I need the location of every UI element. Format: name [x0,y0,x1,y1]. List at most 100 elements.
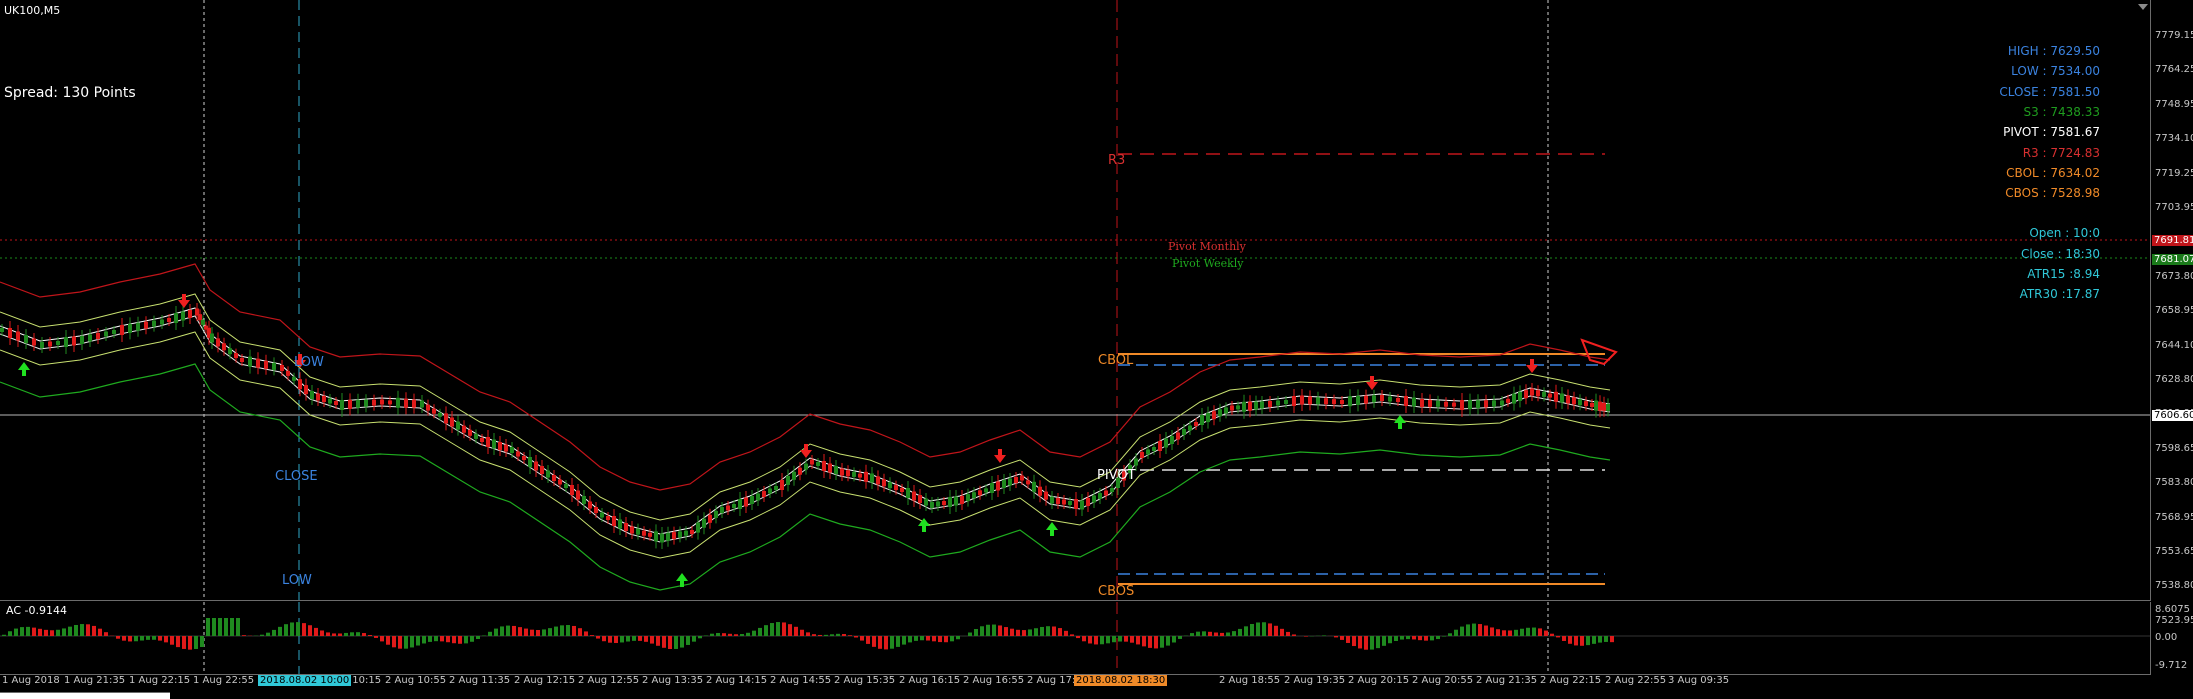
candle-body [756,494,760,501]
price-axis[interactable]: 7779.157764.257748.957734.107719.257703.… [2152,0,2193,600]
ac-bar [788,624,792,636]
candle-body [804,464,808,470]
candle-body [600,513,604,518]
candle-body [96,333,100,339]
candle-body [1560,394,1564,403]
ac-bar [332,633,336,636]
ac-bar [1160,636,1164,648]
candle-body [648,533,652,537]
ac-indicator-panel[interactable]: AC -0.9144 [0,602,2151,675]
price-marker: 7681.07 [2152,254,2193,265]
chart-scroll-icon[interactable] [2138,4,2148,10]
candle-body [684,531,688,536]
candle-body [1092,496,1096,503]
candle-body [310,391,314,399]
candle-body [546,471,550,478]
candle-body [1248,402,1252,411]
time-axis[interactable]: 1 Aug 20181 Aug 21:351 Aug 22:151 Aug 22… [0,675,2150,689]
ac-bar [236,618,240,636]
candle-body [1134,459,1138,466]
price-tick-label: 7764.25 [2155,64,2193,75]
candle-body [1492,400,1496,406]
close-label: CLOSE [275,469,318,484]
low-label: LOW [282,573,312,588]
ac-bar [656,636,660,646]
candle-body [144,322,148,329]
candle-body [264,361,268,369]
candle-body [1158,441,1162,451]
candle-body [498,442,502,450]
ac-bar [710,634,714,636]
candle-body [798,468,802,475]
candle-body [1020,476,1024,481]
candle-body [1500,401,1504,406]
ac-bar [1292,634,1296,636]
ac-bar [728,634,732,636]
candle-body [606,516,610,520]
ac-bar [518,627,522,636]
buy-arrow-icon [18,362,30,376]
candle-body [160,320,164,325]
candle-body [412,400,416,408]
ac-bar [1352,636,1356,646]
ac-bar [1496,629,1500,636]
ac-bar [896,636,900,647]
candle-body [112,330,116,334]
main-price-panel[interactable]: UK100,M5 Spread: 130 Points HIGH : 7629.… [0,0,2151,601]
ac-bar [494,629,498,636]
r3-label: R3 [1108,153,1125,168]
ac-bar [680,636,684,648]
info-line: Close : 18:30 [2021,247,2100,261]
chart-window[interactable]: UK100,M5 Spread: 130 Points HIGH : 7629.… [0,0,2193,698]
candle-body [552,475,556,481]
ac-bar [1538,628,1542,636]
ac-bar [482,635,486,636]
candle-body [846,470,850,476]
time-tick-label: 1 Aug 21:35 [64,675,125,686]
buy-arrow-icon [1046,522,1058,536]
candle-body [1428,400,1432,407]
candle-body [1420,399,1424,407]
candle-body [167,318,171,322]
candle-body [1050,497,1054,504]
ac-bar [1370,636,1374,650]
ac-bar [44,630,48,636]
ac-bar [806,632,810,636]
candle-body [1038,487,1042,496]
ac-bar [194,636,198,649]
candle-body [174,313,178,323]
cbos-label: CBOS [1098,584,1134,599]
ac-bar [1214,633,1218,636]
ac-bar [104,632,108,636]
ac-bar [1580,636,1584,646]
ac-bar [1034,628,1038,636]
ac-bar [578,628,582,636]
ac-bar [62,628,66,636]
ac-bar [1388,636,1392,643]
candle-body [104,332,108,337]
ac-bar [752,631,756,636]
ac-bar [968,633,972,636]
candle-body [1484,400,1488,407]
time-tick-label: 1 Aug 22:15 [129,675,190,686]
ac-bar [1076,636,1080,638]
time-tick-label: 3 Aug 09:35 [1668,675,1729,686]
info-line: S3 : 7438.33 [2023,105,2100,119]
candle-body [128,324,132,333]
candle-body [32,339,36,346]
candle-body [1152,447,1156,451]
candle-body [1308,396,1312,404]
ac-bar [302,623,306,636]
candle-body [1524,390,1528,398]
candle-body [80,336,84,344]
ac-bar [1490,627,1494,636]
ac-tick-label: -9.712 [2155,660,2187,671]
ac-bar [1454,630,1458,636]
ac-bar [134,636,138,641]
ac-bar [242,635,246,636]
ac-bar [1358,636,1362,648]
candle-body [1372,395,1376,402]
candle-body [304,385,308,394]
candle-body [570,485,574,495]
ac-bar [584,631,588,636]
